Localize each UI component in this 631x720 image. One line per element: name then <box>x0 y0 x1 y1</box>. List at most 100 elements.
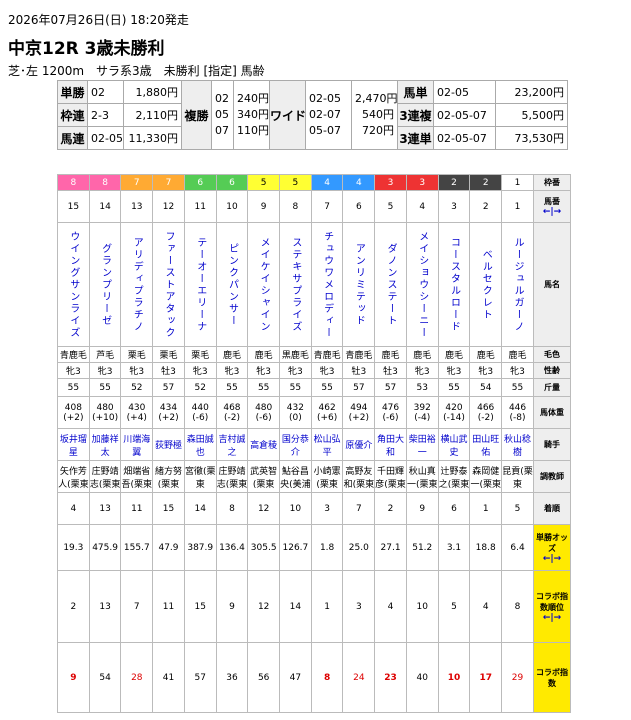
bodyweight-cell: 462 (+6) <box>310 396 344 429</box>
bodyweight-cell: 480 (+10) <box>88 396 122 429</box>
row-label-text: 着順 <box>544 504 560 513</box>
sexage-cell: 牡3 <box>374 362 407 379</box>
finish-cell: 2 <box>374 492 407 525</box>
jockey-cell: 松山弘平 <box>310 428 344 461</box>
finish-cell: 6 <box>437 492 471 525</box>
jockey-link[interactable]: 秋山稔樹 <box>504 435 531 458</box>
row-label-text: 斤量 <box>544 383 560 392</box>
jockey-link[interactable]: 柴田裕一 <box>409 435 436 458</box>
trainer-cell: 秋山真一(栗東 <box>405 460 439 493</box>
coat-cell: 芦毛 <box>88 346 122 363</box>
jockey-link[interactable]: 高倉稜 <box>250 441 277 451</box>
row-sexage: 牝3 牝3 牝3 牡3 牝3 牝3 牝3 牝3 牝3 牡3 牡3 牝3 牝3 牝3 牝3 性齢 <box>57 362 571 379</box>
odds-cell: 1.8 <box>310 524 344 571</box>
jockey-link[interactable]: 松山弘平 <box>314 435 341 458</box>
jockey-link[interactable]: 荻野極 <box>155 441 182 451</box>
umaban-cell: 6 <box>342 190 376 223</box>
sort-arrows[interactable]: ←|→ <box>535 554 570 564</box>
collab-index-cell: 24 <box>342 642 376 713</box>
bodyweight-diff: (+10) <box>92 412 119 423</box>
row-label-text: 馬体重 <box>540 408 564 417</box>
odds-cell: 126.7 <box>279 524 312 571</box>
horse-name-link[interactable]: ピンクパンサー <box>225 227 238 343</box>
sanrenpuku-label: 3連複 <box>397 103 434 127</box>
bodyweight-diff: (-2) <box>223 412 240 423</box>
collab-index-cell: 10 <box>437 642 471 713</box>
sexage-cell: 牝3 <box>120 362 154 379</box>
jockey-link[interactable]: 川端海翼 <box>123 435 150 458</box>
jockey-link[interactable]: 加藤祥太 <box>92 435 119 458</box>
horse-name-link[interactable]: アンリミテッド <box>352 227 365 343</box>
sexage-cell: 牡3 <box>152 362 185 379</box>
finish-cell: 1 <box>469 492 503 525</box>
sexage-cell: 牝3 <box>88 362 122 379</box>
horse-name-link[interactable]: アリディプラチノ <box>130 227 143 343</box>
bodyweight-cell: 408 (+2) <box>57 396 90 429</box>
jockey-link[interactable]: 吉村誠之 <box>218 435 245 458</box>
horse-name-link[interactable]: テーオーエリーナ <box>194 227 207 343</box>
horse-name-link[interactable]: ファーストアタック <box>162 227 175 343</box>
odds-cell: 475.9 <box>88 524 122 571</box>
row-label-text: 騎手 <box>544 440 560 449</box>
horse-name-cell: メイケイシャイン <box>247 222 281 347</box>
jockey-cell: 森田誠也 <box>183 428 217 461</box>
horse-name-link[interactable]: メイショウシーニー <box>416 227 429 343</box>
collab-index-cell: 41 <box>152 642 185 713</box>
jockey-cell: 国分恭介 <box>279 428 312 461</box>
jockey-cell: 荻野極 <box>152 428 185 461</box>
wide-combo-3: 05-07 <box>309 124 341 137</box>
jockey-cell: 横山武史 <box>437 428 471 461</box>
wide-amount-2: 540円 <box>362 108 394 121</box>
horse-name-link[interactable]: コースタルロード <box>447 227 460 343</box>
horse-name-link[interactable]: チュウワメロディー <box>321 227 334 343</box>
jockey-link[interactable]: 角田大和 <box>377 435 404 458</box>
row-label-coat: 毛色 <box>533 346 571 363</box>
bodyweight-value: 430 <box>128 402 146 413</box>
jockey-cell: 田山旺佑 <box>469 428 503 461</box>
waku-cell: 3 <box>405 174 439 191</box>
sort-arrows[interactable]: ←|→ <box>535 613 570 623</box>
horse-name-cell: チュウワメロディー <box>310 222 344 347</box>
horse-name-link[interactable]: ウイングサンライズ <box>67 227 80 343</box>
waku-cell: 2 <box>469 174 503 191</box>
sexage-cell: 牝3 <box>310 362 344 379</box>
horse-name-link[interactable]: ルージュルガーノ <box>511 227 524 343</box>
coat-cell: 栗毛 <box>152 346 185 363</box>
weight-cell: 55 <box>437 378 471 397</box>
odds-cell: 25.0 <box>342 524 376 571</box>
jockey-cell: 角田大和 <box>374 428 407 461</box>
jockey-link[interactable]: 原優介 <box>345 441 372 451</box>
horse-name-cell: テーオーエリーナ <box>183 222 217 347</box>
jockey-cell: 高倉稜 <box>247 428 281 461</box>
collab-rank-cell: 15 <box>183 570 217 643</box>
trainer-cell: 小崎憲(栗東 <box>310 460 344 493</box>
jockey-link[interactable]: 田山旺佑 <box>472 435 499 458</box>
waku-cell: 6 <box>215 174 249 191</box>
bodyweight-diff: (+2) <box>348 412 369 423</box>
waku-cell: 8 <box>57 174 90 191</box>
jockey-link[interactable]: 坂井瑠星 <box>60 435 87 458</box>
odds-cell: 6.4 <box>501 524 534 571</box>
trainer-cell: 辻野泰之(栗東 <box>437 460 471 493</box>
jockey-link[interactable]: 森田誠也 <box>187 435 214 458</box>
jockey-link[interactable]: 横山武史 <box>440 435 467 458</box>
jockey-link[interactable]: 国分恭介 <box>282 435 309 458</box>
waku-cell: 4 <box>310 174 344 191</box>
horse-name-link[interactable]: ステキサプライズ <box>289 227 302 343</box>
horse-name-link[interactable]: ダノンステート <box>384 227 397 343</box>
coat-cell: 青鹿毛 <box>310 346 344 363</box>
weight-cell: 55 <box>215 378 249 397</box>
trainer-cell: 鮎谷昌央(美浦 <box>279 460 312 493</box>
horse-name-link[interactable]: ベルセクレト <box>479 227 492 343</box>
bodyweight-value: 408 <box>64 402 82 413</box>
coat-cell: 鹿毛 <box>247 346 281 363</box>
horse-name-link[interactable]: メイケイシャイン <box>257 227 270 343</box>
row-label-umaban: 馬番 ←|→ <box>533 190 571 223</box>
trainer-cell: 庄野靖志(栗東 <box>88 460 122 493</box>
sort-arrows[interactable]: ←|→ <box>535 207 570 217</box>
sexage-cell: 牝3 <box>405 362 439 379</box>
bodyweight-diff: (+2) <box>158 412 179 423</box>
trainer-cell: 庄野靖志(栗東 <box>215 460 249 493</box>
horse-name-link[interactable]: グランプリーゼ <box>99 227 112 343</box>
sexage-cell: 牝3 <box>57 362 90 379</box>
